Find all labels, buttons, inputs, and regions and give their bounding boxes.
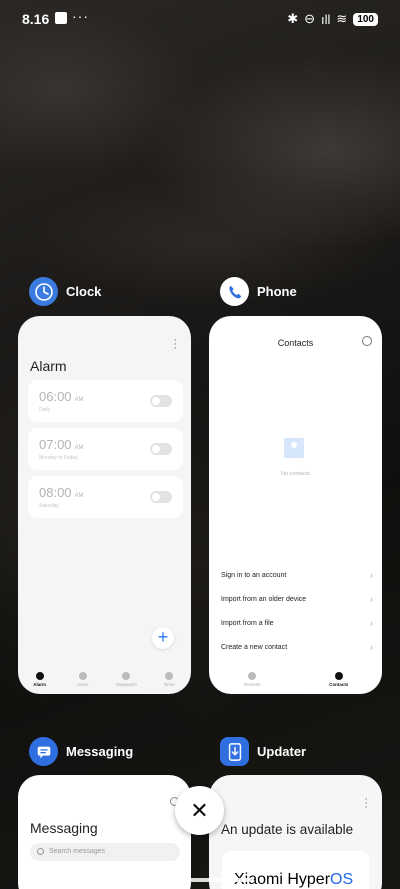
app-label-messaging[interactable]: Messaging <box>29 737 133 766</box>
screen-title: Contacts <box>277 338 314 348</box>
more-options-icon[interactable]: · · · <box>364 794 368 813</box>
alarm-repeat: Monday to Friday <box>39 455 78 461</box>
wifi-icon: ≋ <box>336 11 348 26</box>
app-label-updater[interactable]: Updater <box>220 737 306 766</box>
alarm-toggle[interactable] <box>150 491 172 503</box>
dnd-icon: ⊖ <box>304 11 316 26</box>
settings-icon[interactable] <box>362 336 372 346</box>
alarm-ampm: AM <box>74 397 84 403</box>
option-create-contact[interactable]: Create a new contact › <box>221 642 373 652</box>
app-label-clock[interactable]: Clock <box>29 277 101 306</box>
signal-icon: ıll <box>321 11 331 27</box>
alarm-item[interactable]: 06:00 AM Daily <box>28 380 183 422</box>
update-banner: Xiaomi HyperOS <box>222 851 369 889</box>
tab-alarm[interactable]: Alarm <box>25 671 55 687</box>
clock-app-card[interactable]: · · · Alarm 06:00 AM Daily 07:00 AM Monday t… <box>18 316 191 694</box>
option-sign-in[interactable]: Sign in to an account › <box>221 570 373 580</box>
app-label-text: Updater <box>257 744 307 759</box>
alarm-toggle[interactable] <box>150 395 172 407</box>
screen-title: Messaging <box>30 820 98 836</box>
clock-icon <box>29 277 58 306</box>
tab-contacts[interactable]: Contacts <box>324 671 354 687</box>
app-label-text: Phone <box>257 284 297 299</box>
clock-tab-icon <box>78 671 87 680</box>
tab-clock[interactable]: Clock <box>68 671 98 687</box>
status-bar: 8.16 ··· ✱ ⊖ ıll ≋ 100 <box>0 0 400 40</box>
contact-placeholder-icon <box>284 438 304 458</box>
stopwatch-icon <box>122 671 131 680</box>
close-all-button[interactable]: ✕ <box>175 786 224 835</box>
message-icon <box>29 737 58 766</box>
home-indicator[interactable] <box>146 878 254 882</box>
chevron-right-icon: › <box>370 618 373 628</box>
alarm-repeat: Daily <box>39 407 51 413</box>
alarm-time: 06:00 <box>39 389 72 404</box>
tab-stopwatch[interactable]: Stopwatch <box>111 671 141 687</box>
phone-bottom-nav: Recents Contacts <box>209 664 382 694</box>
search-input[interactable]: Search messages <box>30 843 180 861</box>
alarm-item[interactable]: 08:00 AM Saturday <box>28 476 183 518</box>
alarm-repeat: Saturday <box>39 503 60 509</box>
alarm-time: 07:00 <box>39 437 72 452</box>
add-alarm-button[interactable]: + <box>152 627 174 649</box>
status-icons: ✱ ⊖ ıll ≋ 100 <box>287 11 378 27</box>
app-label-text: Messaging <box>66 744 134 759</box>
alarm-toggle[interactable] <box>150 443 172 455</box>
battery-icon: 100 <box>353 12 378 26</box>
phone-icon <box>220 277 249 306</box>
phone-app-card[interactable]: Contacts No contacts Sign in to an accou… <box>209 316 382 694</box>
alarm-time: 08:00 <box>39 485 72 500</box>
messaging-app-card[interactable]: Messaging Search messages <box>18 775 191 889</box>
notification-icon <box>55 12 67 24</box>
updater-app-card[interactable]: · · · An update is available Xiaomi HyperO… <box>209 775 382 889</box>
option-import-device[interactable]: Import from an older device › <box>221 594 373 604</box>
alarm-item[interactable]: 07:00 AM Monday to Friday <box>28 428 183 470</box>
alarm-ampm: AM <box>74 493 84 499</box>
chevron-right-icon: › <box>370 570 373 580</box>
screen-title: Alarm <box>30 358 67 374</box>
alarm-ampm: AM <box>74 445 84 451</box>
search-icon <box>37 848 44 855</box>
alarm-icon <box>35 671 44 680</box>
option-import-file[interactable]: Import from a file › <box>221 618 373 628</box>
more-options-icon[interactable]: · · · <box>173 335 177 354</box>
phone-small-icon <box>248 671 257 680</box>
app-label-text: Clock <box>66 284 102 299</box>
person-icon <box>334 671 343 680</box>
timer-icon <box>165 671 174 680</box>
download-icon <box>220 737 249 766</box>
tab-timer[interactable]: Timer <box>154 671 184 687</box>
more-notifications-icon: ··· <box>72 8 89 24</box>
chevron-right-icon: › <box>370 642 373 652</box>
tab-recents[interactable]: Recents <box>237 671 267 687</box>
clock-bottom-nav: Alarm Clock Stopwatch Timer <box>18 664 191 694</box>
status-time: 8.16 <box>22 11 50 27</box>
close-icon: ✕ <box>190 797 209 823</box>
chevron-right-icon: › <box>370 594 373 604</box>
screen-title: An update is available <box>221 822 354 837</box>
bluetooth-icon: ✱ <box>287 11 299 26</box>
empty-state-text: No contacts <box>280 471 311 477</box>
app-label-phone[interactable]: Phone <box>220 277 297 306</box>
